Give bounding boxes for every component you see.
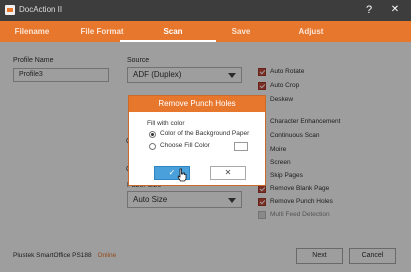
dialog-title: Remove Punch Holes (129, 96, 265, 112)
tab-file-format[interactable]: File Format (64, 21, 140, 42)
radio-background-color[interactable] (149, 131, 156, 138)
tab-scan[interactable]: Scan (140, 21, 206, 42)
help-icon[interactable]: ? (362, 3, 376, 17)
tab-save[interactable]: Save (206, 21, 276, 42)
dialog-cancel-button[interactable]: ✕ (210, 166, 246, 180)
hand-cursor-icon (177, 168, 187, 182)
radio-choose-fill-color[interactable] (149, 143, 156, 150)
tab-adjust[interactable]: Adjust (276, 21, 346, 42)
fill-color-swatch[interactable] (234, 142, 248, 151)
close-icon[interactable]: ✕ (388, 3, 402, 17)
app-icon (5, 5, 15, 15)
app-title: DocAction II (19, 5, 63, 14)
tab-bar: Filename File Format Scan Save Adjust (0, 21, 411, 42)
remove-punch-holes-dialog: Remove Punch Holes Fill with color Color… (128, 95, 266, 186)
radio-choose-fill-color-label: Choose Fill Color (160, 142, 210, 149)
radio-background-color-label: Color of the Background Paper (160, 130, 250, 137)
fill-color-group-label: Fill with color (147, 120, 185, 127)
checkmark-icon: ✓ (168, 168, 176, 177)
close-icon: ✕ (224, 168, 232, 177)
title-bar: DocAction II ? ✕ (0, 0, 411, 21)
tab-filename[interactable]: Filename (0, 21, 64, 42)
